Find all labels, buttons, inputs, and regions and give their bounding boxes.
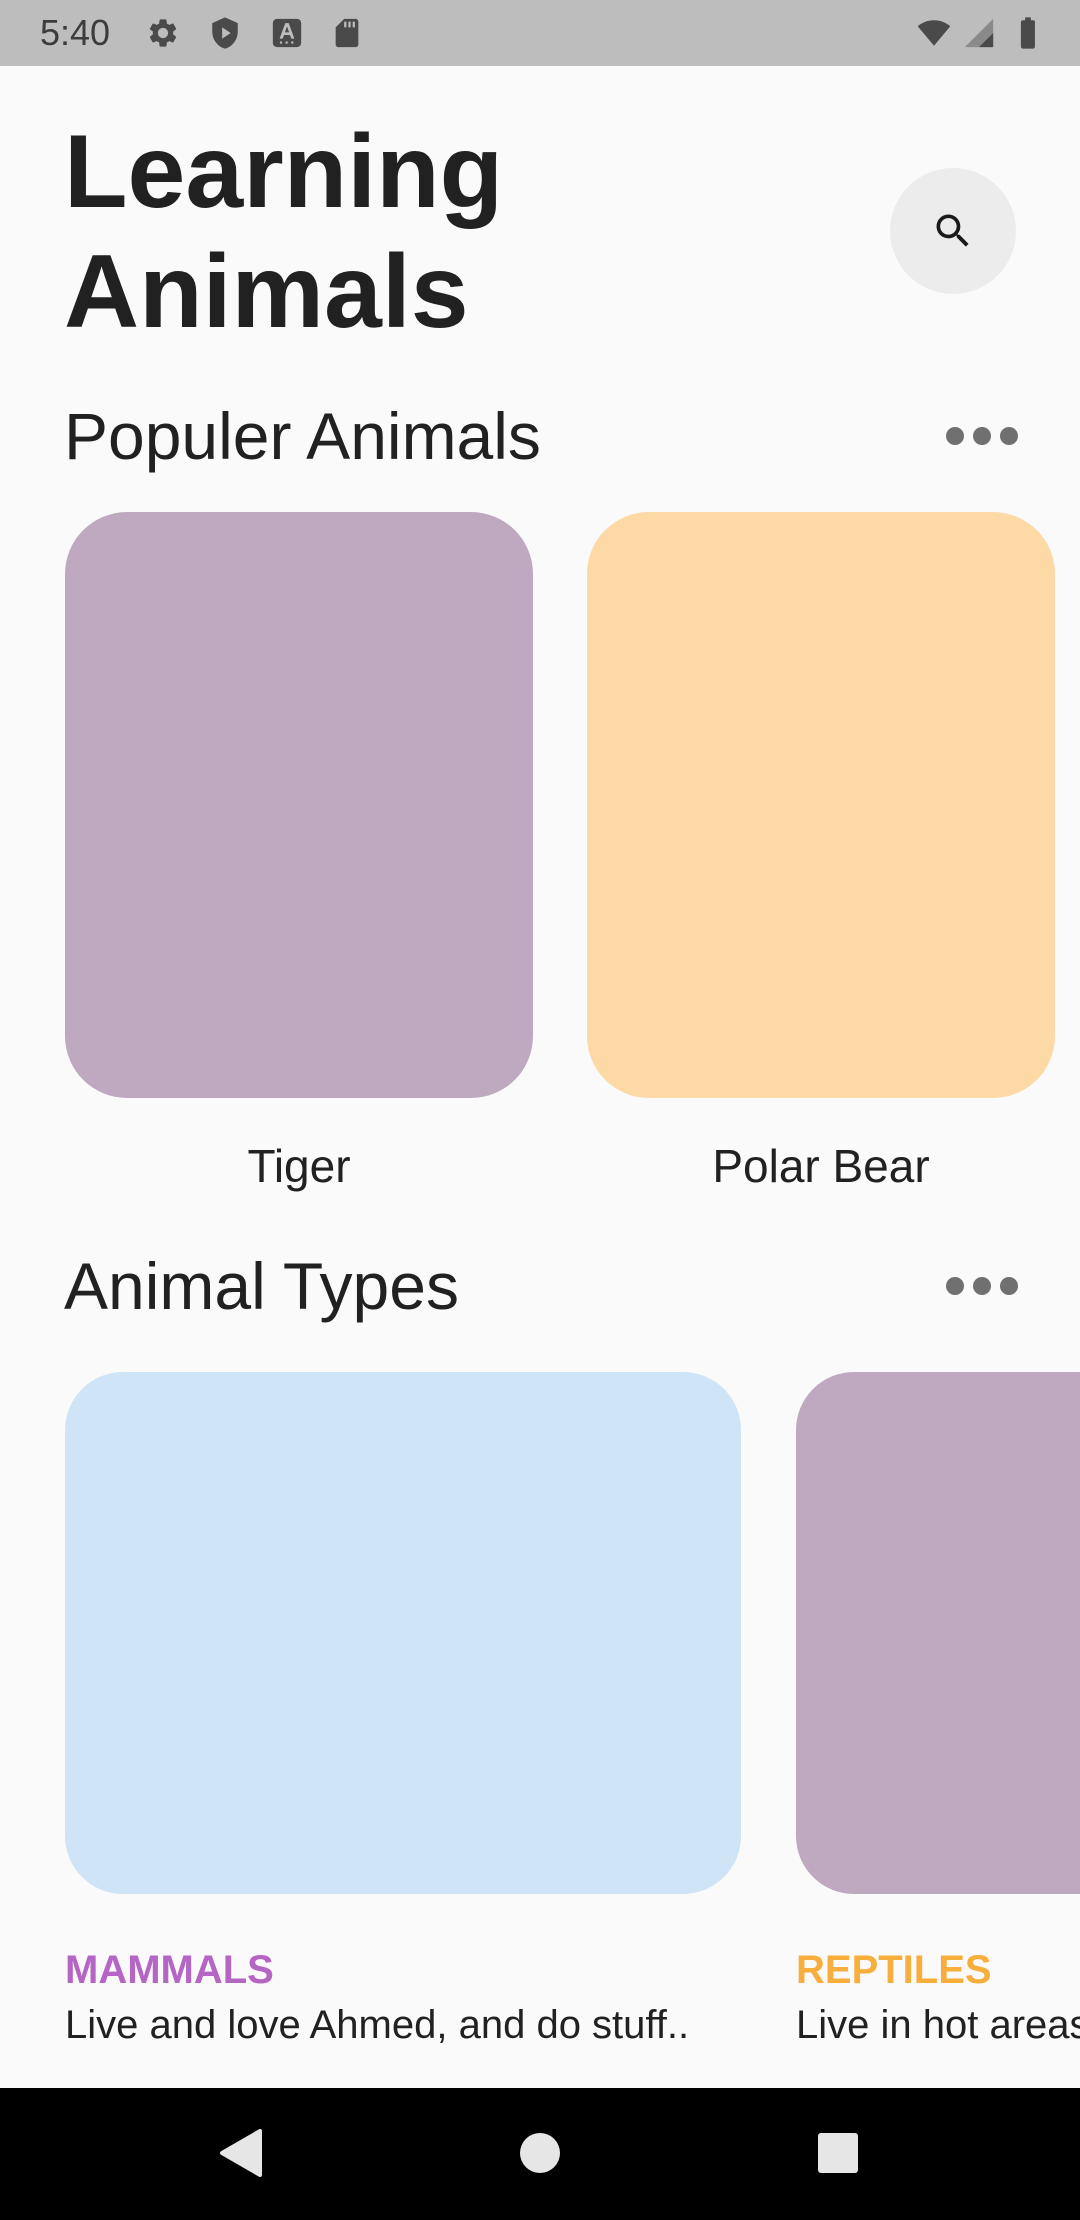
type-name-mammals: MAMMALS [65,1948,274,1992]
search-icon [931,209,975,253]
more-dot [1000,427,1018,445]
types-more-button[interactable] [946,1266,1018,1306]
animal-card-tiger[interactable] [65,512,533,1098]
popular-more-button[interactable] [946,416,1018,456]
back-triangle-icon [220,2129,262,2177]
cell-signal-icon [962,16,996,50]
recents-button[interactable] [803,2118,873,2188]
recents-square-icon [818,2133,858,2173]
system-navigation-bar [0,2088,1080,2220]
type-description-mammals: Live and love Ahmed, and do stuff.. [65,2003,690,2047]
shield-play-icon [208,16,242,50]
page-title-line-2: Animals [64,234,469,350]
animal-name-tiger: Tiger [247,1140,351,1192]
search-button[interactable] [890,168,1016,294]
section-title-types: Animal Types [64,1249,459,1323]
home-circle-icon [520,2133,560,2173]
more-horizontal-icon [946,427,964,445]
back-button[interactable] [205,2118,275,2188]
type-card-mammals[interactable] [65,1372,741,1894]
animal-name-polar-bear: Polar Bear [712,1140,930,1192]
type-card-reptiles[interactable] [796,1372,1080,1894]
more-horizontal-icon [946,1277,964,1295]
more-dot [973,1277,991,1295]
more-dot [1000,1277,1018,1295]
animal-card-polar-bear[interactable] [587,512,1055,1098]
sd-card-icon [330,16,364,50]
status-bar: 5:40 [0,0,1080,66]
font-a-icon [270,16,304,50]
page-title: Learning Animals [64,112,503,352]
type-description-reptiles: Live in hot areas [796,2003,1080,2047]
page-title-line-1: Learning [64,114,504,230]
settings-icon [146,16,180,50]
type-name-reptiles: REPTILES [796,1948,992,1992]
status-time: 5:40 [40,12,111,53]
battery-icon [1010,16,1046,50]
section-title-popular: Populer Animals [64,399,541,473]
wifi-icon [914,16,954,50]
more-dot [973,427,991,445]
home-button[interactable] [505,2118,575,2188]
